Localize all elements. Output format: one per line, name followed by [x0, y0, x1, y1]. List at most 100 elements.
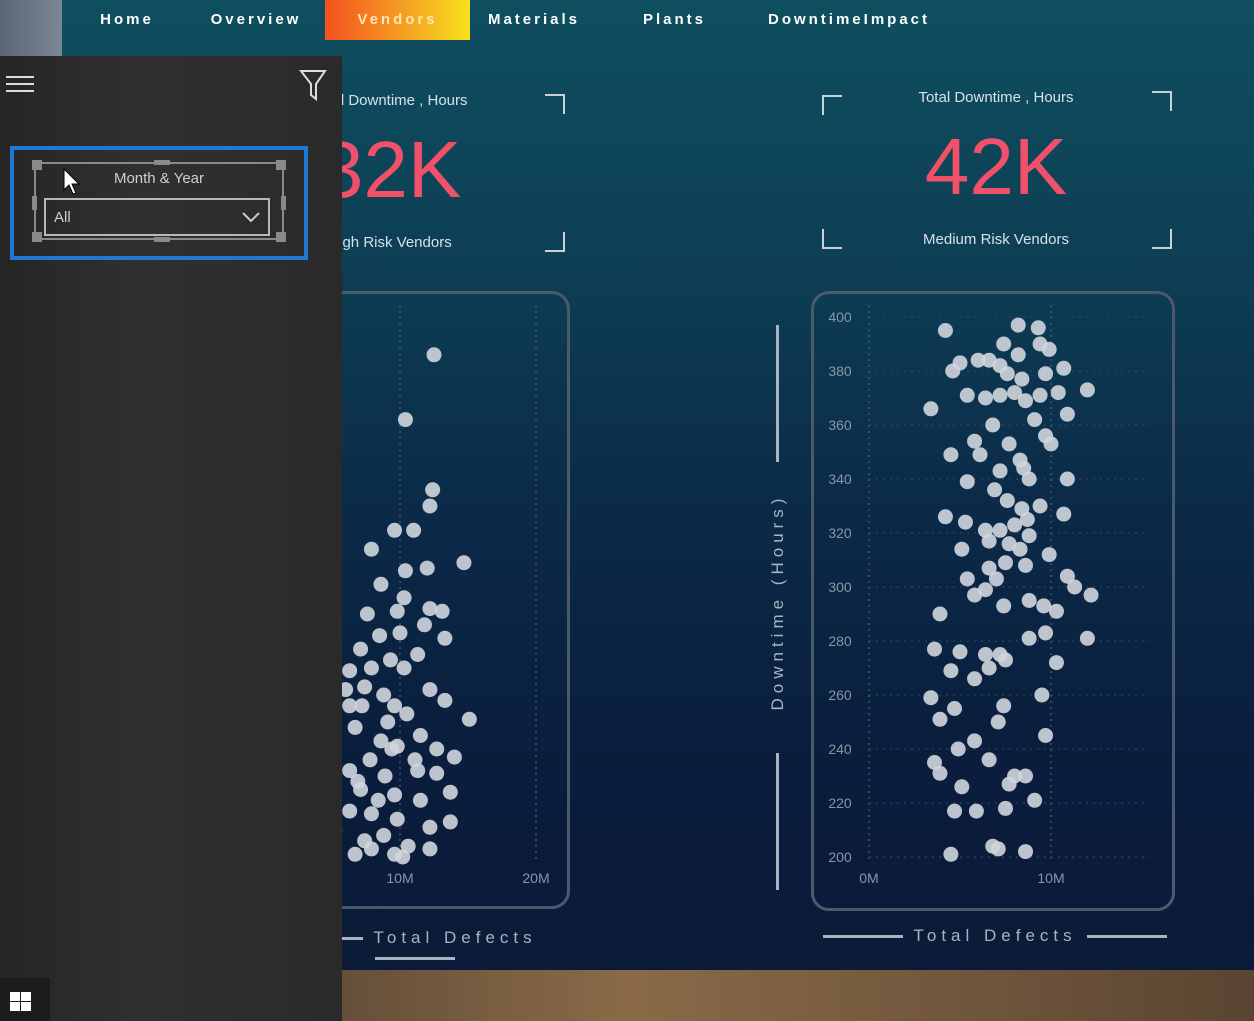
data-point	[446, 749, 462, 765]
y-tick-label: 360	[828, 417, 852, 433]
data-point	[1048, 655, 1064, 671]
slicer-selection-outline[interactable]: Month & Year All	[10, 146, 308, 260]
chevron-down-icon	[242, 212, 260, 222]
data-point	[1059, 471, 1075, 487]
start-button[interactable]	[0, 978, 50, 1021]
data-point	[456, 555, 472, 571]
data-point	[461, 711, 477, 727]
y-tick-label: 260	[828, 687, 852, 703]
data-point	[1038, 625, 1054, 641]
data-point	[967, 671, 983, 687]
y-tick-label: 220	[828, 795, 852, 811]
data-point	[1021, 630, 1037, 646]
data-point	[387, 522, 403, 538]
resize-handle[interactable]	[276, 232, 286, 242]
data-point	[996, 598, 1012, 614]
filter-pane: Month & Year All	[0, 56, 342, 1021]
data-point	[987, 482, 1003, 498]
data-point	[985, 417, 1001, 433]
data-point	[981, 533, 997, 549]
resize-handle[interactable]	[32, 196, 37, 210]
data-point	[932, 711, 948, 727]
y-tick-label: 400	[828, 309, 852, 325]
windows-icon	[10, 992, 31, 1011]
data-point	[1018, 393, 1034, 409]
data-point	[981, 660, 997, 676]
resize-handle[interactable]	[276, 160, 286, 170]
data-point	[981, 752, 997, 768]
data-point	[362, 752, 378, 768]
data-point	[1038, 728, 1054, 743]
data-point	[950, 741, 966, 757]
data-point	[957, 514, 973, 530]
data-point	[1021, 528, 1037, 544]
data-point	[434, 603, 450, 619]
data-point	[1041, 547, 1057, 563]
month-year-dropdown[interactable]: All	[44, 198, 270, 236]
data-point	[376, 687, 392, 703]
data-point	[943, 846, 959, 862]
data-point	[363, 806, 379, 822]
data-point	[342, 663, 358, 679]
data-point	[1018, 768, 1034, 784]
y-axis-title-right: Downtime (Hours)	[768, 493, 787, 711]
data-point	[1021, 593, 1037, 608]
data-point	[1059, 406, 1075, 422]
data-point	[1043, 436, 1059, 452]
data-point	[395, 849, 411, 865]
data-point	[422, 498, 438, 514]
data-point	[397, 412, 413, 428]
data-point	[954, 541, 970, 557]
data-point	[1083, 587, 1099, 603]
data-point	[1019, 512, 1035, 527]
hamburger-icon[interactable]	[6, 76, 34, 92]
data-point	[959, 387, 975, 403]
data-point	[1079, 630, 1095, 646]
data-point	[412, 792, 428, 808]
resize-handle[interactable]	[32, 232, 42, 242]
data-point	[389, 603, 405, 619]
data-point	[357, 679, 373, 695]
data-point	[387, 698, 403, 714]
data-point	[923, 401, 939, 417]
data-point	[1012, 541, 1028, 557]
data-point	[397, 563, 413, 579]
data-point	[437, 630, 453, 646]
x-tick-label: 0M	[859, 870, 878, 886]
resize-handle[interactable]	[154, 237, 170, 242]
data-point	[943, 447, 959, 463]
resize-handle[interactable]	[154, 160, 170, 165]
data-point	[945, 363, 961, 379]
resize-handle[interactable]	[281, 196, 286, 210]
y-tick-label: 340	[828, 471, 852, 487]
y-tick-label: 240	[828, 741, 852, 757]
data-point	[429, 741, 445, 757]
data-point	[998, 652, 1013, 668]
data-point	[927, 641, 943, 657]
data-point	[977, 647, 993, 662]
data-point	[1014, 371, 1030, 387]
y-tick-label: 200	[828, 849, 852, 865]
data-point	[342, 803, 358, 819]
data-point	[406, 522, 422, 538]
data-point	[399, 706, 415, 722]
y-tick-label: 380	[828, 363, 852, 379]
data-point	[968, 803, 984, 819]
data-point	[412, 728, 428, 743]
data-point	[988, 571, 1004, 587]
data-point	[1050, 385, 1066, 401]
axis-title-line	[776, 753, 779, 890]
data-point	[999, 493, 1015, 509]
data-point	[373, 576, 389, 592]
data-point	[416, 617, 432, 633]
data-point	[389, 811, 405, 827]
data-point	[372, 628, 388, 644]
data-point	[932, 765, 948, 781]
mouse-cursor-icon	[63, 168, 81, 195]
data-point	[992, 463, 1008, 479]
data-point	[1056, 506, 1072, 522]
data-point	[396, 590, 412, 606]
resize-handle[interactable]	[32, 160, 42, 170]
funnel-icon[interactable]	[299, 68, 327, 102]
data-point	[947, 701, 963, 716]
